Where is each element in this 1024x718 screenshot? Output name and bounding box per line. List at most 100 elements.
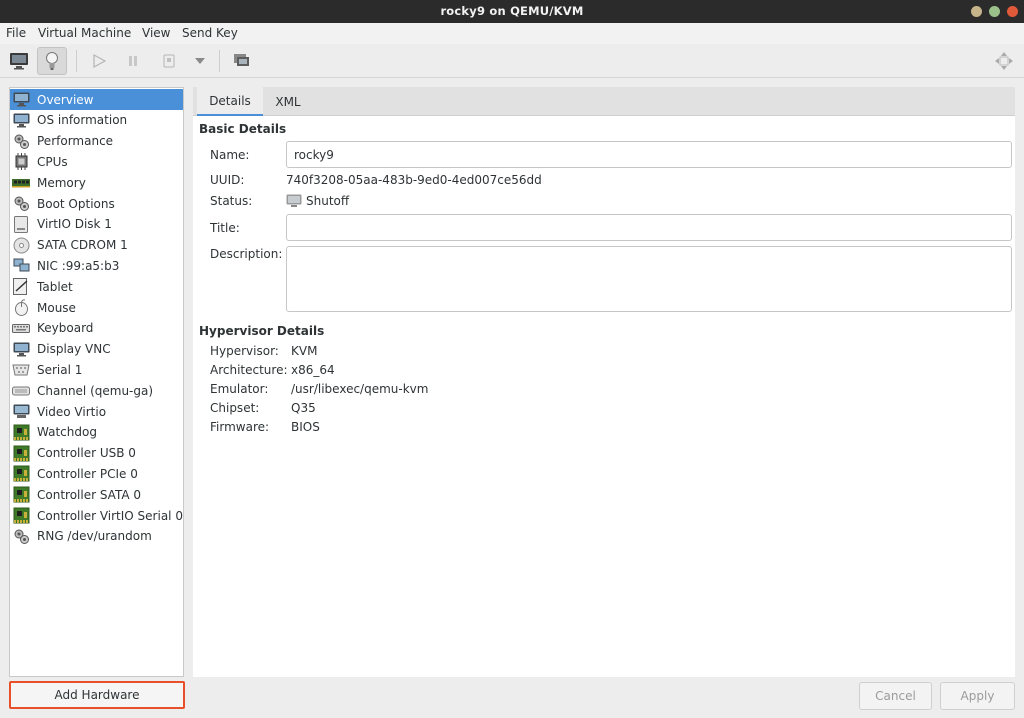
sidebar-item-memory[interactable]: Memory [10, 172, 183, 193]
description-field[interactable] [286, 246, 1012, 312]
sidebar-item-controller-usb-0[interactable]: Controller USB 0 [10, 443, 183, 464]
sidebar-item-label: Performance [37, 134, 114, 149]
status-icon [286, 194, 302, 210]
details-view-button[interactable] [37, 47, 67, 75]
channel-icon [12, 382, 30, 399]
sidebar-item-label: Controller SATA 0 [37, 487, 142, 502]
sidebar-item-mouse[interactable]: Mouse [10, 297, 183, 318]
sidebar-item-nic-99-a5-b3[interactable]: NIC :99:a5:b3 [10, 255, 183, 276]
monitor-icon [12, 341, 30, 358]
shutdown-button[interactable] [154, 47, 184, 75]
apply-button[interactable]: Apply [940, 682, 1015, 710]
snapshots-icon [234, 54, 249, 66]
sidebar-item-label: Controller USB 0 [37, 446, 136, 461]
description-label: Description: [210, 247, 283, 261]
play-icon [93, 54, 106, 68]
sidebar-item-os-information[interactable]: OS information [10, 110, 183, 131]
network-icon [12, 257, 30, 274]
name-field[interactable] [286, 141, 1012, 168]
menu-file[interactable]: File [6, 26, 26, 40]
power-icon [163, 54, 175, 68]
cancel-button[interactable]: Cancel [859, 682, 932, 710]
dropdown-arrow-icon [195, 58, 205, 64]
sidebar-item-rng-dev-urandom[interactable]: RNG /dev/urandom [10, 526, 183, 547]
add-hardware-button[interactable]: Add Hardware [9, 681, 185, 709]
pcb-icon [12, 465, 30, 482]
sidebar-item-label: OS information [37, 113, 128, 128]
sidebar-item-channel-qemu-ga[interactable]: Channel (qemu-ga) [10, 380, 183, 401]
title-bar: rocky9 on QEMU/KVM [0, 0, 1024, 23]
sidebar-item-display-vnc[interactable]: Display VNC [10, 339, 183, 360]
sidebar-item-label: Mouse [37, 300, 76, 315]
run-button[interactable] [84, 47, 114, 75]
sidebar-item-virtio-disk-1[interactable]: VirtIO Disk 1 [10, 214, 183, 235]
console-view-button[interactable] [4, 47, 34, 75]
pause-icon [129, 56, 137, 66]
sidebar-item-overview[interactable]: Overview [10, 89, 183, 110]
sidebar-item-cpus[interactable]: CPUs [10, 151, 183, 172]
menu-bar: File Virtual Machine View Send Key [0, 23, 1024, 44]
title-field[interactable] [286, 214, 1012, 241]
firmware-label: Firmware: [210, 420, 270, 434]
sidebar-item-video-virtio[interactable]: Video Virtio [10, 401, 183, 422]
sidebar-item-label: Memory [37, 175, 86, 190]
monitor-icon [12, 112, 30, 129]
sidebar-item-label: CPUs [37, 154, 68, 169]
details-panel: Details XML Basic Details Name: UUID: 74… [193, 87, 1015, 677]
sidebar-item-label: Tablet [37, 279, 73, 294]
close-button[interactable] [1007, 6, 1018, 17]
serial-icon [12, 361, 30, 378]
minimize-button[interactable] [971, 6, 982, 17]
video-icon [12, 403, 30, 420]
sidebar-item-serial-1[interactable]: Serial 1 [10, 359, 183, 380]
pause-button[interactable] [118, 47, 148, 75]
sidebar-item-label: Overview [37, 92, 94, 107]
sidebar-item-controller-pcie-0[interactable]: Controller PCIe 0 [10, 463, 183, 484]
monitor-icon [12, 91, 30, 108]
sidebar-item-boot-options[interactable]: Boot Options [10, 193, 183, 214]
lightbulb-icon [46, 52, 58, 70]
chipset-label: Chipset: [210, 401, 260, 415]
sidebar-item-label: SATA CDROM 1 [37, 238, 128, 253]
sidebar-item-label: Serial 1 [37, 362, 83, 377]
menu-view[interactable]: View [142, 26, 170, 40]
menu-virtual-machine[interactable]: Virtual Machine [38, 26, 131, 40]
tablet-icon [12, 278, 30, 296]
pcb-icon [12, 486, 30, 503]
status-value: Shutoff [306, 194, 350, 208]
toolbar [0, 44, 1024, 78]
snapshots-button[interactable] [227, 47, 257, 75]
sidebar-item-sata-cdrom-1[interactable]: SATA CDROM 1 [10, 235, 183, 256]
uuid-value: 740f3208-05aa-483b-9ed0-4ed007ce56dd [286, 173, 542, 187]
sidebar-item-tablet[interactable]: Tablet [10, 276, 183, 297]
sidebar-item-controller-sata-0[interactable]: Controller SATA 0 [10, 484, 183, 505]
menu-send-key[interactable]: Send Key [182, 26, 238, 40]
tab-bar: Details XML [193, 87, 1015, 116]
hardware-list: Overview OS information Performance CPUs Mem… [9, 87, 184, 677]
disk-icon [12, 215, 30, 233]
shutdown-menu-button[interactable] [185, 47, 215, 75]
chipset-value: Q35 [291, 401, 316, 415]
fullscreen-button[interactable] [989, 47, 1019, 75]
firmware-value: BIOS [291, 420, 320, 434]
sidebar-item-performance[interactable]: Performance [10, 131, 183, 152]
sidebar-item-keyboard[interactable]: Keyboard [10, 318, 183, 339]
maximize-button[interactable] [989, 6, 1000, 17]
keyboard-icon [12, 320, 30, 337]
tab-details[interactable]: Details [197, 87, 263, 116]
monitor-icon [10, 53, 28, 70]
sidebar-item-controller-virtio-serial-0[interactable]: Controller VirtIO Serial 0 [10, 505, 183, 526]
resize-icon [995, 52, 1013, 70]
window-title: rocky9 on QEMU/KVM [440, 4, 584, 18]
memory-icon [12, 174, 30, 191]
sidebar-item-label: Watchdog [37, 425, 97, 440]
architecture-label: Architecture: [210, 363, 288, 377]
architecture-value: x86_64 [291, 363, 335, 377]
hypervisor-value: KVM [291, 344, 318, 358]
tab-xml[interactable]: XML [263, 87, 313, 116]
sidebar-item-watchdog[interactable]: Watchdog [10, 422, 183, 443]
basic-details-heading: Basic Details [199, 122, 287, 136]
emulator-label: Emulator: [210, 382, 269, 396]
pcb-icon [12, 445, 30, 462]
sidebar-item-label: VirtIO Disk 1 [37, 217, 112, 232]
